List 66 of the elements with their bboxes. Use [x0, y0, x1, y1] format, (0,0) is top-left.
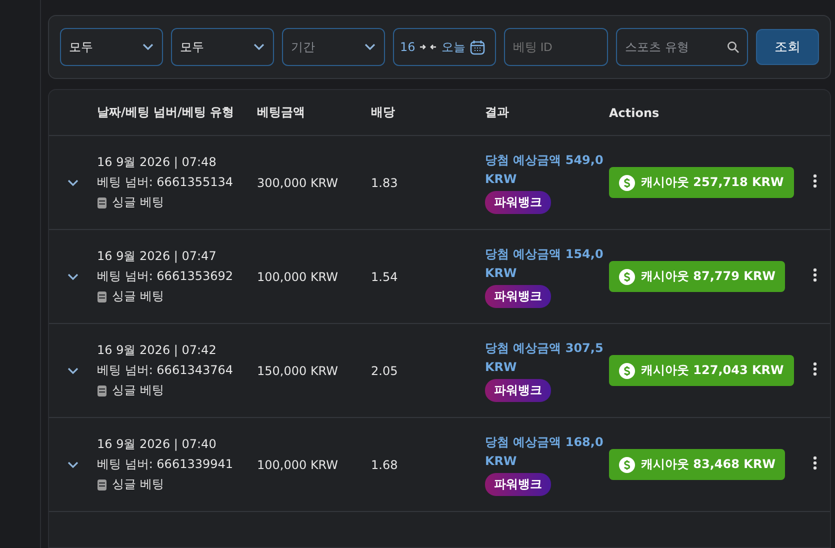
ticket-icon: [97, 290, 107, 302]
odds: 1.68: [371, 458, 399, 472]
bet-id-field[interactable]: 베팅 ID: [504, 28, 608, 66]
dollar-coin-icon: [619, 174, 635, 190]
calendar-icon: [470, 40, 486, 54]
powerbank-tag: 파워뱅크: [485, 472, 551, 496]
bet-number: 베팅 넘버: 6661353692: [97, 268, 234, 285]
chevron-down-icon: [67, 178, 79, 186]
column-header: 베팅금액: [257, 104, 306, 121]
chevron-down-icon: [253, 43, 265, 51]
powerbank-tag: 파워뱅크: [485, 378, 551, 402]
dollar-coin-icon: [619, 362, 635, 378]
dollar-coin-icon: [619, 268, 635, 284]
currency: KRW: [485, 172, 518, 186]
cashout-button[interactable]: 캐시아웃 87,779 KRW: [609, 261, 786, 292]
bet-type: 싱글 베팅: [112, 288, 164, 305]
currency: KRW: [485, 454, 518, 468]
odds: 1.54: [371, 270, 399, 284]
cashout-button[interactable]: 캐시아웃 257,718 KRW: [609, 167, 794, 198]
chevron-down-icon: [67, 272, 79, 280]
column-header: Actions: [609, 106, 660, 120]
arrows-icon: [420, 43, 436, 51]
powerbank-tag: 파워뱅크: [485, 190, 551, 214]
expected-win: 당첨 예상금액 154,0: [485, 246, 604, 262]
bet-date: 16 9월 2026 | 07:47: [97, 248, 218, 265]
ticket-icon: [97, 478, 107, 490]
bet-amount: 100,000 KRW: [257, 458, 340, 472]
expected-win: 당첨 예상금액 549,0: [485, 152, 604, 168]
bet-type: 싱글 베팅: [112, 476, 164, 493]
powerbank-tag: 파워뱅크: [485, 284, 551, 308]
odds: 2.05: [371, 364, 399, 378]
search-icon: [727, 41, 739, 53]
column-header: 배당: [371, 104, 396, 121]
dollar-coin-icon: [619, 456, 635, 472]
odds: 1.83: [371, 176, 399, 190]
cashout-button[interactable]: 캐시아웃 83,468 KRW: [609, 449, 786, 480]
bet-amount: 100,000 KRW: [257, 270, 340, 284]
bet-number: 베팅 넘버: 6661339941: [97, 456, 234, 473]
currency: KRW: [485, 360, 518, 374]
column-header: 결과: [485, 104, 510, 121]
bet-date: 16 9월 2026 | 07:42: [97, 342, 218, 359]
chevron-down-icon: [364, 43, 376, 51]
ticket-icon: [97, 196, 107, 208]
dropdown[interactable]: 모두: [60, 28, 163, 66]
search-button[interactable]: 조회: [756, 29, 819, 65]
ticket-icon: [97, 384, 107, 396]
dropdown[interactable]: 기간: [282, 28, 385, 66]
bet-amount: 300,000 KRW: [257, 176, 340, 190]
expected-win: 당첨 예상금액 168,0: [485, 434, 604, 450]
expected-win: 당첨 예상금액 307,5: [485, 340, 604, 356]
cashout-button[interactable]: 캐시아웃 127,043 KRW: [609, 355, 794, 386]
sport-search-field[interactable]: 스포츠 유형: [616, 28, 748, 66]
bet-date: 16 9월 2026 | 07:40: [97, 436, 218, 453]
bet-type: 싱글 베팅: [112, 194, 164, 211]
chevron-down-icon: [67, 460, 79, 468]
bet-date: 16 9월 2026 | 07:48: [97, 154, 218, 171]
chevron-down-icon: [142, 43, 154, 51]
currency: KRW: [485, 266, 518, 280]
bet-amount: 150,000 KRW: [257, 364, 340, 378]
date-range-field[interactable]: 16 오늘: [393, 28, 496, 66]
chevron-down-icon: [67, 366, 79, 374]
column-header: 날짜/베팅 넘버/베팅 유형: [97, 104, 236, 121]
bet-number: 베팅 넘버: 6661343764: [97, 362, 234, 379]
bet-type: 싱글 베팅: [112, 382, 164, 399]
dropdown[interactable]: 모두: [171, 28, 274, 66]
bet-number: 베팅 넘버: 6661355134: [97, 174, 234, 191]
